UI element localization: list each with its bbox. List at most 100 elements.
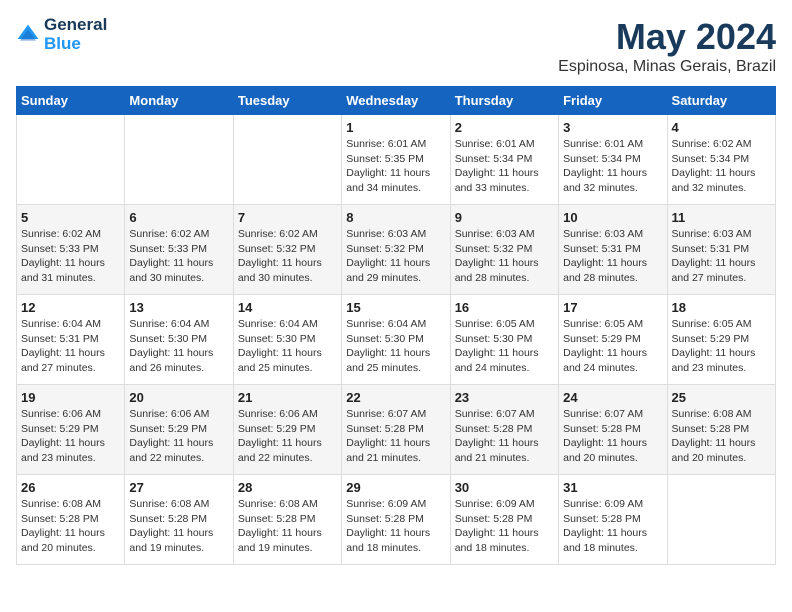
day-info: Sunrise: 6:04 AM Sunset: 5:30 PM Dayligh… — [129, 317, 228, 376]
day-number: 24 — [563, 390, 662, 405]
day-info: Sunrise: 6:01 AM Sunset: 5:34 PM Dayligh… — [563, 137, 662, 196]
calendar-cell: 20 Sunrise: 6:06 AM Sunset: 5:29 PM Dayli… — [125, 385, 233, 475]
day-info: Sunrise: 6:05 AM Sunset: 5:29 PM Dayligh… — [672, 317, 771, 376]
calendar-cell: 18 Sunrise: 6:05 AM Sunset: 5:29 PM Dayli… — [667, 295, 775, 385]
day-info: Sunrise: 6:04 AM Sunset: 5:31 PM Dayligh… — [21, 317, 120, 376]
calendar-cell: 30 Sunrise: 6:09 AM Sunset: 5:28 PM Dayli… — [450, 475, 558, 565]
weekday-header: Saturday — [667, 87, 775, 115]
calendar-cell: 1Sunrise: 6:01 AM Sunset: 5:35 PM Daylig… — [342, 115, 450, 205]
day-number: 29 — [346, 480, 445, 495]
day-info: Sunrise: 6:01 AM Sunset: 5:34 PM Dayligh… — [455, 137, 554, 196]
calendar-cell: 6 Sunrise: 6:02 AM Sunset: 5:33 PM Daylig… — [125, 205, 233, 295]
calendar-cell: 29Sunrise: 6:09 AM Sunset: 5:28 PM Dayli… — [342, 475, 450, 565]
day-number: 25 — [672, 390, 771, 405]
calendar-cell: 2 Sunrise: 6:01 AM Sunset: 5:34 PM Daylig… — [450, 115, 558, 205]
weekday-header: Thursday — [450, 87, 558, 115]
month-title: May 2024 — [558, 16, 776, 58]
day-number: 28 — [238, 480, 337, 495]
calendar-week-row: 1Sunrise: 6:01 AM Sunset: 5:35 PM Daylig… — [17, 115, 776, 205]
day-number: 8 — [346, 210, 445, 225]
calendar-cell: 5Sunrise: 6:02 AM Sunset: 5:33 PM Daylig… — [17, 205, 125, 295]
day-info: Sunrise: 6:03 AM Sunset: 5:32 PM Dayligh… — [346, 227, 445, 286]
calendar-cell — [667, 475, 775, 565]
day-info: Sunrise: 6:02 AM Sunset: 5:34 PM Dayligh… — [672, 137, 771, 196]
weekday-header: Monday — [125, 87, 233, 115]
calendar-cell: 15Sunrise: 6:04 AM Sunset: 5:30 PM Dayli… — [342, 295, 450, 385]
calendar-cell: 28 Sunrise: 6:08 AM Sunset: 5:28 PM Dayli… — [233, 475, 341, 565]
day-number: 4 — [672, 120, 771, 135]
calendar-cell: 27Sunrise: 6:08 AM Sunset: 5:28 PM Dayli… — [125, 475, 233, 565]
calendar-cell: 9 Sunrise: 6:03 AM Sunset: 5:32 PM Daylig… — [450, 205, 558, 295]
weekday-header-row: SundayMondayTuesdayWednesdayThursdayFrid… — [17, 87, 776, 115]
day-number: 11 — [672, 210, 771, 225]
day-info: Sunrise: 6:06 AM Sunset: 5:29 PM Dayligh… — [238, 407, 337, 466]
calendar-cell — [17, 115, 125, 205]
calendar-week-row: 26 Sunrise: 6:08 AM Sunset: 5:28 PM Dayli… — [17, 475, 776, 565]
day-number: 31 — [563, 480, 662, 495]
calendar-cell: 16 Sunrise: 6:05 AM Sunset: 5:30 PM Dayli… — [450, 295, 558, 385]
calendar-cell: 8 Sunrise: 6:03 AM Sunset: 5:32 PM Daylig… — [342, 205, 450, 295]
weekday-header: Tuesday — [233, 87, 341, 115]
day-info: Sunrise: 6:06 AM Sunset: 5:29 PM Dayligh… — [21, 407, 120, 466]
day-number: 22 — [346, 390, 445, 405]
calendar-week-row: 5Sunrise: 6:02 AM Sunset: 5:33 PM Daylig… — [17, 205, 776, 295]
weekday-header: Friday — [559, 87, 667, 115]
day-number: 9 — [455, 210, 554, 225]
day-number: 26 — [21, 480, 120, 495]
calendar-cell: 21 Sunrise: 6:06 AM Sunset: 5:29 PM Dayli… — [233, 385, 341, 475]
day-info: Sunrise: 6:05 AM Sunset: 5:29 PM Dayligh… — [563, 317, 662, 376]
day-number: 20 — [129, 390, 228, 405]
day-number: 7 — [238, 210, 337, 225]
calendar-cell — [233, 115, 341, 205]
day-number: 1 — [346, 120, 445, 135]
weekday-header: Wednesday — [342, 87, 450, 115]
day-info: Sunrise: 6:08 AM Sunset: 5:28 PM Dayligh… — [238, 497, 337, 556]
calendar-cell: 11 Sunrise: 6:03 AM Sunset: 5:31 PM Dayli… — [667, 205, 775, 295]
calendar-table: SundayMondayTuesdayWednesdayThursdayFrid… — [16, 86, 776, 565]
day-number: 2 — [455, 120, 554, 135]
day-info: Sunrise: 6:03 AM Sunset: 5:32 PM Dayligh… — [455, 227, 554, 286]
day-info: Sunrise: 6:08 AM Sunset: 5:28 PM Dayligh… — [672, 407, 771, 466]
day-info: Sunrise: 6:09 AM Sunset: 5:28 PM Dayligh… — [455, 497, 554, 556]
day-number: 19 — [21, 390, 120, 405]
day-number: 3 — [563, 120, 662, 135]
day-info: Sunrise: 6:02 AM Sunset: 5:33 PM Dayligh… — [129, 227, 228, 286]
calendar-cell: 14 Sunrise: 6:04 AM Sunset: 5:30 PM Dayli… — [233, 295, 341, 385]
day-number: 21 — [238, 390, 337, 405]
day-info: Sunrise: 6:07 AM Sunset: 5:28 PM Dayligh… — [455, 407, 554, 466]
day-number: 17 — [563, 300, 662, 315]
day-info: Sunrise: 6:05 AM Sunset: 5:30 PM Dayligh… — [455, 317, 554, 376]
day-number: 27 — [129, 480, 228, 495]
calendar-cell: 3 Sunrise: 6:01 AM Sunset: 5:34 PM Daylig… — [559, 115, 667, 205]
calendar-cell: 7 Sunrise: 6:02 AM Sunset: 5:32 PM Daylig… — [233, 205, 341, 295]
day-info: Sunrise: 6:07 AM Sunset: 5:28 PM Dayligh… — [563, 407, 662, 466]
calendar-cell: 24 Sunrise: 6:07 AM Sunset: 5:28 PM Dayli… — [559, 385, 667, 475]
calendar-cell: 25 Sunrise: 6:08 AM Sunset: 5:28 PM Dayli… — [667, 385, 775, 475]
page-header: General Blue May 2024 Espinosa, Minas Ge… — [16, 16, 776, 76]
day-info: Sunrise: 6:09 AM Sunset: 5:28 PM Dayligh… — [563, 497, 662, 556]
day-info: Sunrise: 6:06 AM Sunset: 5:29 PM Dayligh… — [129, 407, 228, 466]
day-number: 6 — [129, 210, 228, 225]
day-number: 18 — [672, 300, 771, 315]
calendar-cell: 19 Sunrise: 6:06 AM Sunset: 5:29 PM Dayli… — [17, 385, 125, 475]
calendar-cell: 13 Sunrise: 6:04 AM Sunset: 5:30 PM Dayli… — [125, 295, 233, 385]
day-info: Sunrise: 6:04 AM Sunset: 5:30 PM Dayligh… — [238, 317, 337, 376]
calendar-cell: 26 Sunrise: 6:08 AM Sunset: 5:28 PM Dayli… — [17, 475, 125, 565]
calendar-cell: 22Sunrise: 6:07 AM Sunset: 5:28 PM Dayli… — [342, 385, 450, 475]
day-info: Sunrise: 6:08 AM Sunset: 5:28 PM Dayligh… — [21, 497, 120, 556]
title-block: May 2024 Espinosa, Minas Gerais, Brazil — [558, 16, 776, 76]
logo: General Blue — [16, 16, 107, 53]
day-info: Sunrise: 6:04 AM Sunset: 5:30 PM Dayligh… — [346, 317, 445, 376]
day-number: 16 — [455, 300, 554, 315]
day-number: 14 — [238, 300, 337, 315]
day-number: 13 — [129, 300, 228, 315]
day-info: Sunrise: 6:02 AM Sunset: 5:32 PM Dayligh… — [238, 227, 337, 286]
calendar-cell — [125, 115, 233, 205]
day-info: Sunrise: 6:03 AM Sunset: 5:31 PM Dayligh… — [563, 227, 662, 286]
calendar-cell: 17 Sunrise: 6:05 AM Sunset: 5:29 PM Dayli… — [559, 295, 667, 385]
day-number: 30 — [455, 480, 554, 495]
calendar-week-row: 12Sunrise: 6:04 AM Sunset: 5:31 PM Dayli… — [17, 295, 776, 385]
calendar-cell: 4 Sunrise: 6:02 AM Sunset: 5:34 PM Daylig… — [667, 115, 775, 205]
calendar-cell: 23Sunrise: 6:07 AM Sunset: 5:28 PM Dayli… — [450, 385, 558, 475]
day-info: Sunrise: 6:03 AM Sunset: 5:31 PM Dayligh… — [672, 227, 771, 286]
